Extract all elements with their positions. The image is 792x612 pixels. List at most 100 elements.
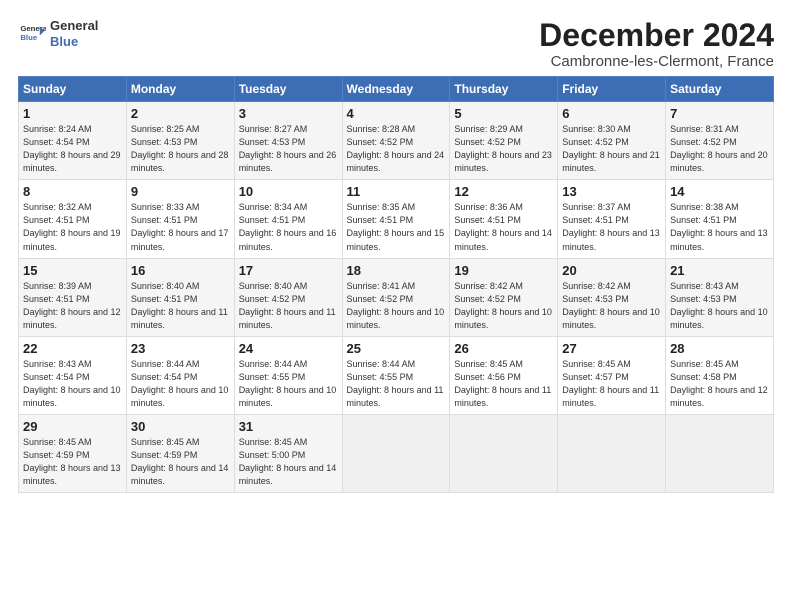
day-number: 27 <box>562 341 661 356</box>
weekday-header-sunday: Sunday <box>19 77 127 102</box>
day-info: Sunrise: 8:40 AMSunset: 4:51 PMDaylight:… <box>131 280 230 332</box>
day-info: Sunrise: 8:44 AMSunset: 4:55 PMDaylight:… <box>239 358 338 410</box>
day-info: Sunrise: 8:45 AMSunset: 4:58 PMDaylight:… <box>670 358 769 410</box>
calendar-cell: 31 Sunrise: 8:45 AMSunset: 5:00 PMDayligh… <box>234 414 342 492</box>
calendar-cell: 16 Sunrise: 8:40 AMSunset: 4:51 PMDayligh… <box>126 258 234 336</box>
weekday-header-monday: Monday <box>126 77 234 102</box>
day-info: Sunrise: 8:25 AMSunset: 4:53 PMDaylight:… <box>131 123 230 175</box>
title-area: December 2024 Cambronne-les-Clermont, Fr… <box>539 18 774 70</box>
calendar-week-row: 1 Sunrise: 8:24 AMSunset: 4:54 PMDaylight… <box>19 102 774 180</box>
day-number: 19 <box>454 263 553 278</box>
calendar-cell: 8 Sunrise: 8:32 AMSunset: 4:51 PMDaylight… <box>19 180 127 258</box>
day-info: Sunrise: 8:44 AMSunset: 4:54 PMDaylight:… <box>131 358 230 410</box>
weekday-header-friday: Friday <box>558 77 666 102</box>
day-number: 15 <box>23 263 122 278</box>
day-info: Sunrise: 8:29 AMSunset: 4:52 PMDaylight:… <box>454 123 553 175</box>
day-number: 7 <box>670 106 769 121</box>
day-number: 22 <box>23 341 122 356</box>
calendar-cell: 6 Sunrise: 8:30 AMSunset: 4:52 PMDaylight… <box>558 102 666 180</box>
calendar-cell <box>666 414 774 492</box>
calendar-cell: 26Sunrise: 8:45 AMSunset: 4:56 PMDayligh… <box>450 336 558 414</box>
weekday-header-wednesday: Wednesday <box>342 77 450 102</box>
day-number: 31 <box>239 419 338 434</box>
weekday-header-saturday: Saturday <box>666 77 774 102</box>
logo: General Blue General Blue <box>18 18 98 49</box>
day-info: Sunrise: 8:35 AMSunset: 4:51 PMDaylight:… <box>347 201 446 253</box>
calendar-cell: 30 Sunrise: 8:45 AMSunset: 4:59 PMDayligh… <box>126 414 234 492</box>
calendar-cell: 17Sunrise: 8:40 AMSunset: 4:52 PMDayligh… <box>234 258 342 336</box>
calendar-cell: 20 Sunrise: 8:42 AMSunset: 4:53 PMDayligh… <box>558 258 666 336</box>
calendar-cell <box>342 414 450 492</box>
day-number: 29 <box>23 419 122 434</box>
day-info: Sunrise: 8:42 AMSunset: 4:53 PMDaylight:… <box>562 280 661 332</box>
day-info: Sunrise: 8:45 AMSunset: 5:00 PMDaylight:… <box>239 436 338 488</box>
day-number: 23 <box>131 341 230 356</box>
calendar-cell: 22 Sunrise: 8:43 AMSunset: 4:54 PMDayligh… <box>19 336 127 414</box>
day-number: 9 <box>131 184 230 199</box>
day-number: 4 <box>347 106 446 121</box>
day-info: Sunrise: 8:39 AMSunset: 4:51 PMDaylight:… <box>23 280 122 332</box>
day-number: 10 <box>239 184 338 199</box>
calendar-table: SundayMondayTuesdayWednesdayThursdayFrid… <box>18 76 774 493</box>
day-info: Sunrise: 8:33 AMSunset: 4:51 PMDaylight:… <box>131 201 230 253</box>
day-number: 1 <box>23 106 122 121</box>
calendar-cell: 7 Sunrise: 8:31 AMSunset: 4:52 PMDaylight… <box>666 102 774 180</box>
calendar-cell: 29 Sunrise: 8:45 AMSunset: 4:59 PMDayligh… <box>19 414 127 492</box>
day-number: 16 <box>131 263 230 278</box>
calendar-cell: 25 Sunrise: 8:44 AMSunset: 4:55 PMDayligh… <box>342 336 450 414</box>
calendar-week-row: 29 Sunrise: 8:45 AMSunset: 4:59 PMDayligh… <box>19 414 774 492</box>
day-info: Sunrise: 8:44 AMSunset: 4:55 PMDaylight:… <box>347 358 446 410</box>
day-info: Sunrise: 8:28 AMSunset: 4:52 PMDaylight:… <box>347 123 446 175</box>
day-info: Sunrise: 8:43 AMSunset: 4:54 PMDaylight:… <box>23 358 122 410</box>
day-number: 28 <box>670 341 769 356</box>
day-info: Sunrise: 8:31 AMSunset: 4:52 PMDaylight:… <box>670 123 769 175</box>
calendar-cell: 12Sunrise: 8:36 AMSunset: 4:51 PMDayligh… <box>450 180 558 258</box>
logo-text-line1: General <box>50 18 98 34</box>
calendar-cell: 13 Sunrise: 8:37 AMSunset: 4:51 PMDayligh… <box>558 180 666 258</box>
calendar-cell: 24 Sunrise: 8:44 AMSunset: 4:55 PMDayligh… <box>234 336 342 414</box>
calendar-cell: 18Sunrise: 8:41 AMSunset: 4:52 PMDayligh… <box>342 258 450 336</box>
svg-text:Blue: Blue <box>20 33 38 42</box>
day-info: Sunrise: 8:24 AMSunset: 4:54 PMDaylight:… <box>23 123 122 175</box>
day-info: Sunrise: 8:37 AMSunset: 4:51 PMDaylight:… <box>562 201 661 253</box>
day-number: 30 <box>131 419 230 434</box>
day-number: 17 <box>239 263 338 278</box>
logo-text-line2: Blue <box>50 34 98 50</box>
day-number: 6 <box>562 106 661 121</box>
calendar-page: General Blue General Blue December 2024 … <box>0 0 792 503</box>
day-info: Sunrise: 8:42 AMSunset: 4:52 PMDaylight:… <box>454 280 553 332</box>
calendar-week-row: 22 Sunrise: 8:43 AMSunset: 4:54 PMDayligh… <box>19 336 774 414</box>
calendar-cell: 11 Sunrise: 8:35 AMSunset: 4:51 PMDayligh… <box>342 180 450 258</box>
day-info: Sunrise: 8:45 AMSunset: 4:59 PMDaylight:… <box>131 436 230 488</box>
calendar-cell: 5 Sunrise: 8:29 AMSunset: 4:52 PMDaylight… <box>450 102 558 180</box>
day-info: Sunrise: 8:45 AMSunset: 4:59 PMDaylight:… <box>23 436 122 488</box>
day-number: 24 <box>239 341 338 356</box>
calendar-cell <box>558 414 666 492</box>
calendar-cell: 9 Sunrise: 8:33 AMSunset: 4:51 PMDaylight… <box>126 180 234 258</box>
day-number: 14 <box>670 184 769 199</box>
day-info: Sunrise: 8:34 AMSunset: 4:51 PMDaylight:… <box>239 201 338 253</box>
day-number: 2 <box>131 106 230 121</box>
day-number: 5 <box>454 106 553 121</box>
day-info: Sunrise: 8:27 AMSunset: 4:53 PMDaylight:… <box>239 123 338 175</box>
day-number: 26 <box>454 341 553 356</box>
header: General Blue General Blue December 2024 … <box>18 18 774 70</box>
day-info: Sunrise: 8:43 AMSunset: 4:53 PMDaylight:… <box>670 280 769 332</box>
day-number: 13 <box>562 184 661 199</box>
calendar-cell: 1 Sunrise: 8:24 AMSunset: 4:54 PMDaylight… <box>19 102 127 180</box>
day-number: 8 <box>23 184 122 199</box>
weekday-header-tuesday: Tuesday <box>234 77 342 102</box>
day-number: 12 <box>454 184 553 199</box>
day-number: 11 <box>347 184 446 199</box>
day-number: 25 <box>347 341 446 356</box>
day-info: Sunrise: 8:41 AMSunset: 4:52 PMDaylight:… <box>347 280 446 332</box>
logo-icon: General Blue <box>18 20 46 48</box>
day-info: Sunrise: 8:38 AMSunset: 4:51 PMDaylight:… <box>670 201 769 253</box>
calendar-cell: 19 Sunrise: 8:42 AMSunset: 4:52 PMDayligh… <box>450 258 558 336</box>
calendar-cell: 3Sunrise: 8:27 AMSunset: 4:53 PMDaylight… <box>234 102 342 180</box>
day-info: Sunrise: 8:30 AMSunset: 4:52 PMDaylight:… <box>562 123 661 175</box>
day-number: 20 <box>562 263 661 278</box>
calendar-cell: 27Sunrise: 8:45 AMSunset: 4:57 PMDayligh… <box>558 336 666 414</box>
day-info: Sunrise: 8:32 AMSunset: 4:51 PMDaylight:… <box>23 201 122 253</box>
weekday-header-thursday: Thursday <box>450 77 558 102</box>
